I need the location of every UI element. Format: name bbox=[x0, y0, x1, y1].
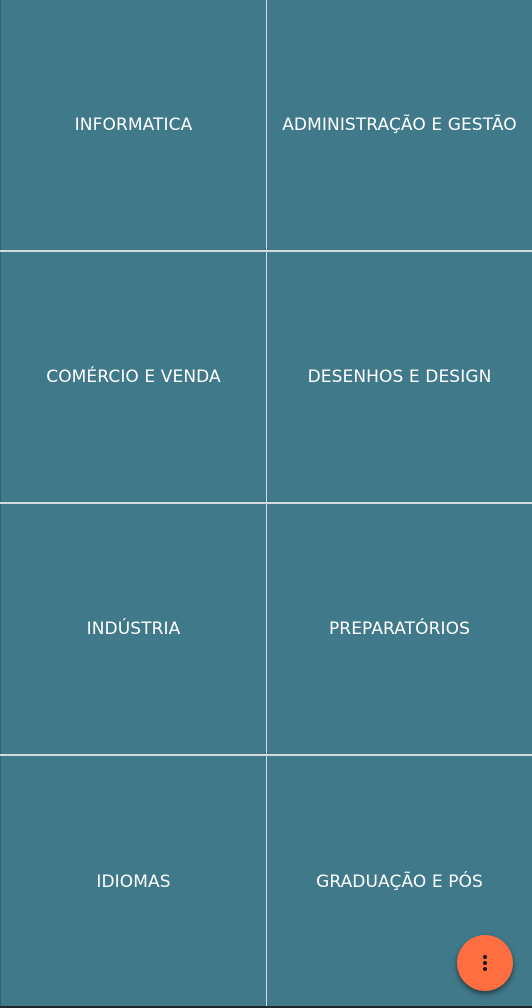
category-tile-informatica[interactable]: INFORMATICA bbox=[0, 0, 266, 250]
category-label: IDIOMAS bbox=[96, 872, 171, 892]
category-label: INFORMATICA bbox=[74, 115, 193, 135]
category-tile-idiomas[interactable]: IDIOMAS bbox=[0, 756, 266, 1008]
category-tile-industria[interactable]: INDÚSTRIA bbox=[0, 504, 266, 754]
category-tile-administracao-e-gestao[interactable]: ADMINISTRAÇÃO E GESTÃO bbox=[267, 0, 532, 250]
more-vert-icon bbox=[482, 954, 488, 972]
category-label: PREPARATÓRIOS bbox=[328, 619, 471, 639]
more-options-fab-button[interactable] bbox=[457, 935, 513, 991]
category-tile-preparatorios[interactable]: PREPARATÓRIOS bbox=[267, 504, 532, 754]
category-label: COMÉRCIO E VENDA bbox=[46, 367, 221, 387]
category-label: DESENHOS E DESIGN bbox=[307, 367, 492, 387]
category-tile-desenhos-e-design[interactable]: DESENHOS E DESIGN bbox=[267, 252, 532, 502]
category-grid: INFORMATICA ADMINISTRAÇÃO E GESTÃO COMÉR… bbox=[0, 0, 532, 1008]
category-label: ADMINISTRAÇÃO E GESTÃO bbox=[282, 115, 517, 135]
category-label: GRADUAÇÃO E PÓS bbox=[316, 872, 483, 892]
category-tile-comercio-e-venda[interactable]: COMÉRCIO E VENDA bbox=[0, 252, 266, 502]
category-label: INDÚSTRIA bbox=[86, 619, 181, 639]
